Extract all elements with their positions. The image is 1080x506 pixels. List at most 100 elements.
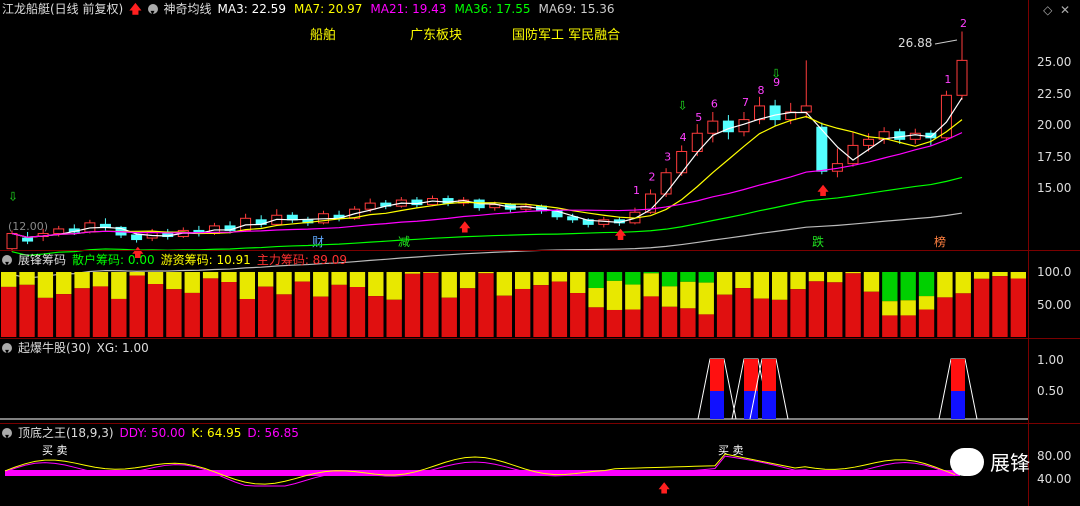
chip-bar-hotmoney [404,272,421,274]
chip-bar-main [900,315,916,337]
chip-bar-hotmoney [973,272,990,279]
chip-bars [1,272,1026,337]
chip-bar-retail [625,272,641,285]
red-up-arrow-icon: 🡅 [658,481,670,495]
chip-bar-hotmoney [423,272,439,273]
chip-bar-hotmoney [19,272,35,285]
chip-bar-main [221,282,237,337]
chip-bar-main [313,296,329,337]
chip-bar-main [918,309,935,337]
chip-bar-hotmoney [166,272,182,290]
chip-bar-hotmoney [74,272,90,289]
signal-bar-bottom [951,391,965,419]
signal-bar-top [951,359,965,391]
chip-bar-hotmoney [698,282,714,315]
red-up-arrow-icon: 🡅 [614,227,626,241]
chip-bar-hotmoney [386,272,402,300]
chip-bar-hotmoney [625,284,641,310]
chip-bar-main [37,297,54,337]
chip-bar-main [294,281,311,337]
candle-body [660,172,672,195]
count-label: 7 [742,96,749,109]
chip-bar-main [515,288,531,337]
top-bottom-lines: 🡅 [4,453,960,495]
chip-bar-hotmoney [276,272,292,295]
chip-bar-main [478,273,494,337]
chip-bar-retail [643,272,659,274]
chip-bar-main [808,281,825,337]
chip-bar-hotmoney [459,272,476,289]
chip-bar-main [331,284,347,337]
signal-bar-bottom [762,391,776,419]
chip-bar-main [496,295,512,337]
chip-bar-main [698,314,714,337]
chip-bar-main [716,294,733,337]
chip-bar-hotmoney [753,272,769,299]
candle-body [863,138,875,146]
chip-bar-hotmoney [716,272,733,295]
chip-bar-retail [900,272,916,301]
chip-bar-hotmoney [368,272,384,297]
chip-bar-main [404,273,421,337]
chip-bar-main [643,296,659,337]
count-label: 5 [695,111,702,124]
candle-body [800,105,812,113]
chip-bar-main [202,278,219,337]
count-label: 8 [758,84,765,97]
chip-bar-hotmoney [790,272,806,290]
green-down-arrow-icon: ⇩ [678,99,688,113]
chip-bar-hotmoney [570,272,586,294]
chip-bar-main [166,289,182,337]
candlestick-chart[interactable]: 123456 789 12🡅🡅🡅🡅⇩⇩⇩ [0,0,1080,279]
chip-bar-hotmoney [533,272,549,286]
count-label: 4 [680,131,687,144]
chip-bar-hotmoney [331,272,347,285]
candle-body [676,150,688,174]
chip-bar-hotmoney [147,272,164,285]
chip-bar-main [533,285,549,337]
chip-bar-hotmoney [827,272,843,283]
top-bottom-panel[interactable]: ▾ 顶底之王(18,9,3) DDY: 50.00 K: 64.95 D: 56… [0,424,1080,506]
chip-bar-hotmoney [478,272,494,274]
chip-bar-main [129,275,145,337]
chip-bar-hotmoney [937,272,953,298]
chip-panel[interactable]: ▾ 展锋筹码 散户筹码: 0.00 游资筹码: 10.91 主力筹码: 89.0… [0,251,1080,338]
candle-body [909,132,921,140]
signal-bar-top [762,359,776,391]
candle-body [847,144,859,165]
count-label: 3 [664,151,671,164]
burst-signals [0,358,1028,420]
chip-bar-main [845,273,861,337]
chip-bar-main [184,292,200,337]
chip-bar-retail [918,272,935,297]
chip-bar-main [92,286,109,337]
count-label: 6 [711,97,718,110]
chip-bar-retail [606,272,623,281]
candle-body [707,120,719,134]
count-label: 2 [649,170,656,183]
chip-bar-main [882,315,898,337]
chip-bar-hotmoney [111,272,127,299]
chip-bar-main [239,299,255,337]
chip-bar-hotmoney [1,272,17,287]
count-label: 2 [960,17,967,30]
chip-bar-hotmoney [606,280,623,310]
chip-bar-hotmoney [294,272,311,282]
chip-bar-main [386,299,402,337]
chip-bar-main [661,306,678,337]
stock-chart-window: 江龙船艇(日线 前复权) 🡅 ▾ 神奇均线 MA3: 22.59 MA7: 20.… [0,0,1080,506]
chip-bar-main [827,282,843,337]
price-panel[interactable]: 江龙船艇(日线 前复权) 🡅 ▾ 神奇均线 MA3: 22.59 MA7: 20.… [0,0,1080,279]
count-label: 1 [633,184,640,197]
chip-bar-hotmoney [496,272,512,296]
burst-panel[interactable]: ▾ 起爆牛股(30) XG: 1.00 1.00 0.50 [0,339,1080,423]
chip-bar-main [735,288,751,337]
watermark: 展锋 [950,447,1030,476]
chip-bar-main [570,293,586,337]
chip-bar-main [680,308,696,337]
watermark-text: 展锋 [990,451,1030,475]
chip-bar-main [753,298,769,337]
chip-bar-hotmoney [992,272,1008,277]
price-pointer-line [934,39,958,45]
chip-bar-hotmoney [313,272,329,297]
